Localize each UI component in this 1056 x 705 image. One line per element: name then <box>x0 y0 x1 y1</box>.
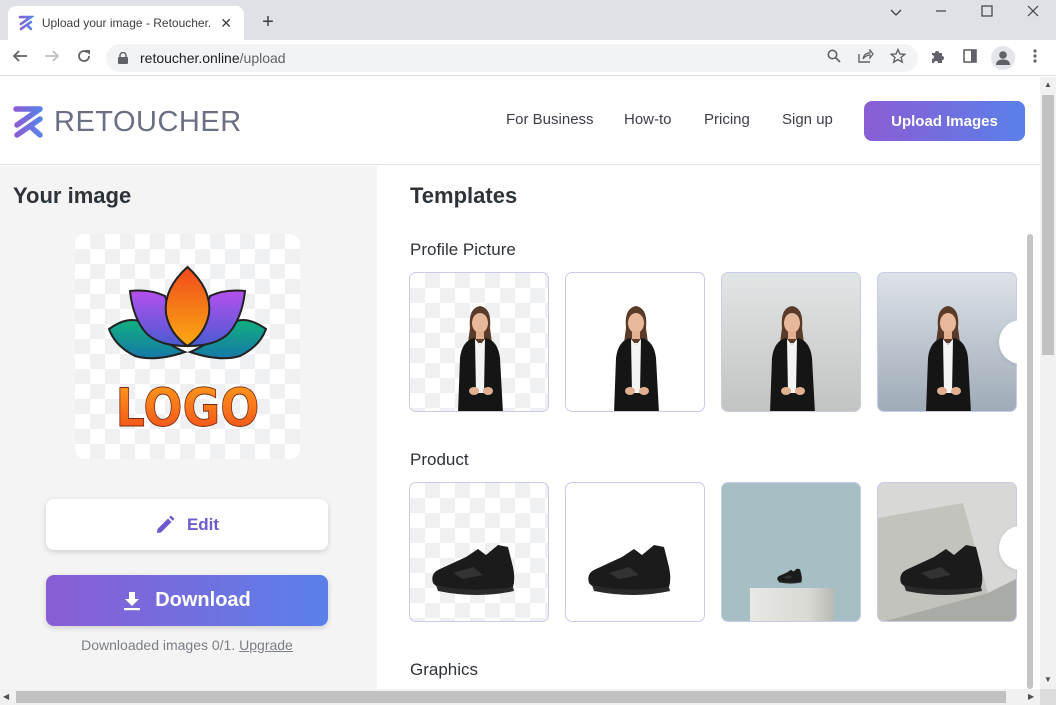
section-title-profile-picture: Profile Picture <box>410 240 516 259</box>
nav-for-business[interactable]: For Business <box>506 111 594 128</box>
download-quota-text: Downloaded images 0/1. <box>81 637 236 653</box>
woman-portrait-image <box>614 306 659 411</box>
scroll-up-arrow-icon[interactable]: ▲ <box>1044 80 1052 89</box>
sneaker-on-pedestal-image <box>750 568 834 621</box>
tab-close-icon[interactable]: ✕ <box>218 15 234 32</box>
your-image-title: Your image <box>13 183 132 208</box>
tab-title: Upload your image - Retoucher.Online <box>41 16 210 30</box>
template-card-product-white[interactable] <box>565 482 705 622</box>
menu-icon[interactable] <box>1025 48 1045 68</box>
new-tab-button[interactable]: + <box>258 10 278 34</box>
download-quota: Downloaded images 0/1. Upgrade <box>0 637 374 653</box>
template-card-profile-gray[interactable] <box>721 272 861 412</box>
search-icon[interactable] <box>824 48 844 68</box>
browser-tabbar: Upload your image - Retoucher.Online ✕ + <box>0 0 1056 40</box>
lock-icon <box>118 52 128 64</box>
browser-toolbar: retoucher.online/upload <box>0 40 1056 76</box>
edit-button[interactable]: Edit <box>46 499 328 550</box>
section-title-graphics: Graphics <box>410 660 479 679</box>
edit-label: Edit <box>186 514 220 534</box>
scrollbar-corner <box>1040 689 1056 705</box>
maximize-icon[interactable] <box>964 4 1010 24</box>
template-card-product-geometric[interactable] <box>877 482 1017 622</box>
sneaker-geometric-image <box>878 503 1016 621</box>
nav-pricing[interactable]: Pricing <box>704 111 750 128</box>
lotus-logo-image: LOGO <box>107 265 268 439</box>
upgrade-link[interactable]: Upgrade <box>239 637 293 653</box>
reload-icon[interactable] <box>72 46 96 70</box>
template-card-profile-blue-gray[interactable] <box>877 272 1017 412</box>
nav-how-to[interactable]: How-to <box>624 111 672 128</box>
templates-panel: Templates Profile Picture Product Graphi… <box>377 166 1040 689</box>
image-preview: LOGO <box>75 234 300 459</box>
side-panel-icon[interactable] <box>960 48 980 68</box>
star-icon[interactable] <box>888 47 908 68</box>
vertical-scroll-thumb[interactable] <box>1042 95 1054 355</box>
download-icon <box>124 591 141 610</box>
templates-title: Templates <box>410 183 518 208</box>
your-image-panel: Your image LOGO Edit Download Downloaded… <box>0 166 377 689</box>
woman-portrait-image <box>926 306 971 411</box>
retoucher-favicon-icon <box>18 15 34 31</box>
woman-portrait-image <box>770 306 815 411</box>
tab-search-chevron-icon[interactable] <box>873 4 919 24</box>
share-icon[interactable] <box>856 48 876 68</box>
page: RETOUCHER For Business How-to Pricing Si… <box>0 77 1040 689</box>
download-label: Download <box>155 589 251 611</box>
scroll-down-arrow-icon[interactable]: ▼ <box>1044 675 1052 684</box>
svg-text:LOGO: LOGO <box>116 377 260 439</box>
template-card-product-transparent[interactable] <box>409 482 549 622</box>
horizontal-scrollbar[interactable]: ◀ ▶ <box>0 689 1040 705</box>
url-text: retoucher.online/upload <box>140 50 286 66</box>
window-close-icon[interactable] <box>1010 4 1056 24</box>
scroll-right-arrow-icon[interactable]: ▶ <box>1028 692 1034 701</box>
sneaker-image <box>432 545 515 595</box>
brand-name: RETOUCHER <box>54 105 242 138</box>
horizontal-scroll-thumb[interactable] <box>16 691 1006 703</box>
sneaker-image <box>588 545 671 595</box>
product-templates <box>409 482 1017 622</box>
template-card-product-teal[interactable] <box>721 482 861 622</box>
extensions-icon[interactable] <box>928 48 948 68</box>
retoucher-logo-icon <box>13 106 43 138</box>
download-button[interactable]: Download <box>46 575 328 626</box>
pencil-icon <box>156 515 175 533</box>
nav-sign-up[interactable]: Sign up <box>782 111 833 128</box>
scroll-left-arrow-icon[interactable]: ◀ <box>3 692 9 701</box>
minimize-icon[interactable] <box>918 4 964 24</box>
address-bar[interactable]: retoucher.online/upload <box>106 44 918 72</box>
vertical-scrollbar[interactable]: ▲ ▼ <box>1040 77 1056 689</box>
woman-portrait-image <box>458 306 503 411</box>
back-arrow-icon[interactable] <box>8 46 32 70</box>
brand-logo[interactable]: RETOUCHER <box>12 105 242 139</box>
upload-images-button[interactable]: Upload Images <box>864 101 1025 141</box>
templates-scrollbar[interactable] <box>1027 234 1033 689</box>
forward-arrow-icon[interactable] <box>40 46 64 70</box>
profile-picture-templates <box>409 272 1017 412</box>
section-title-product: Product <box>410 450 469 469</box>
template-card-profile-white[interactable] <box>565 272 705 412</box>
profile-icon[interactable] <box>991 46 1015 70</box>
template-card-profile-transparent[interactable] <box>409 272 549 412</box>
browser-tab[interactable]: Upload your image - Retoucher.Online ✕ <box>8 6 244 40</box>
site-header: RETOUCHER For Business How-to Pricing Si… <box>0 77 1040 165</box>
